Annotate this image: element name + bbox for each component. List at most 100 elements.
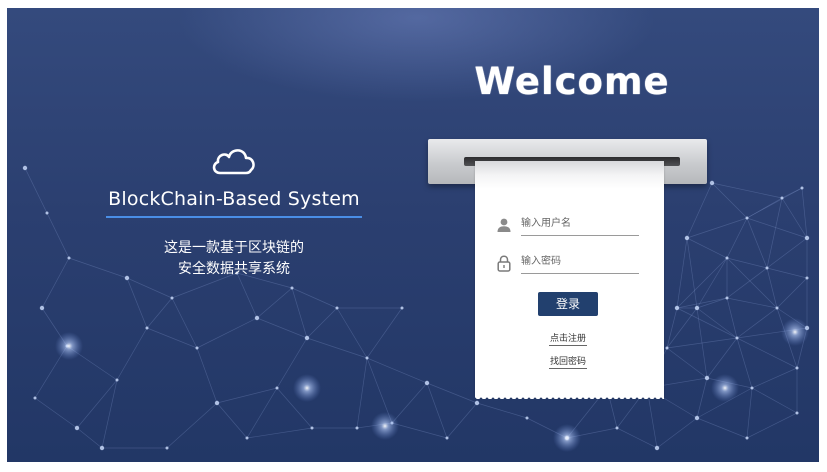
network-line [766,237,808,269]
network-node [775,306,779,310]
network-node [214,400,220,406]
network-node [804,235,810,241]
tagline-line-2: 安全数据共享系统 [178,261,290,277]
network-node [33,396,37,400]
network-node [67,256,71,260]
forgot-password-link-label[interactable]: 找回密码 [548,357,587,369]
network-line [726,267,768,299]
network-line [746,387,753,439]
network-node [525,416,529,420]
network-node [665,346,669,350]
register-link-label[interactable]: 点击注册 [548,334,587,346]
network-node [445,436,449,440]
network-line [726,257,768,269]
network-node [335,306,339,310]
network-line [366,357,428,384]
network-line [306,307,338,339]
network-line [356,357,368,429]
brand-panel: BlockChain-Based System 这是一款基于区块链的 安全数据共… [103,142,365,280]
network-line [196,317,258,349]
network-node [735,336,739,340]
network-node [709,180,715,186]
network-line [696,417,748,439]
network-line [366,307,403,359]
network-node [254,315,260,321]
network-line [146,297,173,329]
system-tagline: 这是一款基于区块链的 安全数据共享系统 [103,238,365,280]
network-line [711,182,783,199]
login-screen: BlockChain-Based System 这是一款基于区块链的 安全数据共… [7,8,819,462]
network-line [101,379,118,449]
network-line [656,417,698,449]
cloud-icon [103,142,365,186]
network-node [474,400,480,406]
network-line [336,307,368,359]
network-line [246,427,313,439]
network-glow [293,374,321,402]
login-button[interactable]: 登录 [538,292,598,316]
network-line [216,387,278,404]
network-node [805,276,809,280]
network-node [745,216,749,220]
network-line [41,257,70,309]
network-line [426,382,478,404]
network-line [426,382,448,439]
network-glow [781,318,809,346]
network-line [726,257,778,309]
network-line [766,197,783,269]
network-node [674,305,680,311]
network-node [615,426,619,430]
username-field[interactable]: 输入用户名 [496,215,639,237]
network-line [256,317,308,339]
register-link[interactable]: 点击注册 [528,331,608,346]
network-line [736,307,778,339]
network-line [696,257,728,309]
network-node [745,436,749,440]
network-line [776,277,808,309]
network-node [365,356,369,360]
network-glow [711,374,739,402]
network-line [751,387,798,414]
network-line [306,337,368,359]
network-node [795,366,799,370]
network-node [39,305,45,311]
network-line [256,287,293,319]
network-line [751,367,798,389]
network-line [736,337,753,389]
username-input[interactable]: 输入用户名 [521,216,639,236]
user-icon [496,217,512,233]
network-node [74,425,80,431]
network-node [750,386,754,390]
network-node [400,306,404,310]
network-node [304,335,310,341]
network-glow [553,424,581,452]
network-node [275,386,279,390]
network-line [746,412,798,439]
network-line [291,287,308,339]
password-input[interactable]: 输入密码 [521,254,639,274]
network-node [725,296,729,300]
network-line [166,402,218,449]
network-node [704,375,710,381]
network-line [246,387,278,439]
password-field[interactable]: 输入密码 [496,253,639,275]
network-node [170,296,174,300]
network-line [476,402,528,419]
network-node [99,445,105,451]
network-line [696,307,738,339]
network-glow [371,412,399,440]
network-line [706,337,738,379]
network-line [76,427,103,449]
forgot-password-link[interactable]: 找回密码 [528,354,608,369]
network-line [686,217,748,239]
network-node [115,378,119,382]
network-line [391,422,448,439]
network-line [686,182,713,239]
network-node [424,380,430,386]
network-line [801,187,808,239]
network-node [45,211,49,215]
network-node [145,326,149,330]
network-node [355,426,359,430]
network-node [245,436,249,440]
network-node [694,305,700,311]
